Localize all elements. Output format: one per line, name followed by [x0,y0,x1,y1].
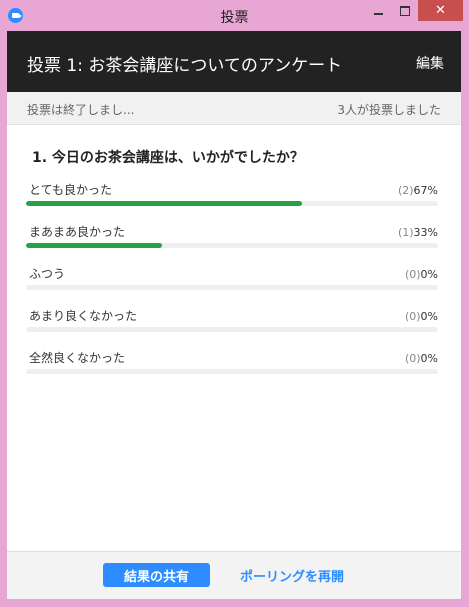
close-icon: ✕ [435,3,446,18]
poll-footer: 結果の共有 ポーリングを再開 [7,551,461,599]
option-count: (0) [404,310,421,323]
edit-button[interactable]: 編集 [416,53,444,73]
option-count: (1) [397,226,414,239]
poll-window: 投票 ✕ 投票 1: お茶会講座についてのアンケート 編集 投票は終了しまし..… [0,0,469,607]
maximize-icon [400,5,410,16]
option-row: ふつう (0)0% [26,265,438,307]
option-percent: 67% [413,184,438,197]
option-label: 全然良くなかった [29,351,126,365]
option-count: (2) [397,184,414,197]
maximize-button[interactable] [392,0,418,21]
option-result: (0)0% [405,268,438,281]
close-button[interactable]: ✕ [418,0,463,21]
poll-title: 投票 1: お茶会講座についてのアンケート [27,56,343,76]
poll-panel: 投票 1: お茶会講座についてのアンケート 編集 投票は終了しまし... 3人が… [7,31,461,599]
result-bar-track [26,327,438,332]
option-row: あまり良くなかった (0)0% [26,307,438,349]
vote-count: 3人が投票しました [337,103,441,117]
poll-header: 投票 1: お茶会講座についてのアンケート 編集 [7,31,461,92]
option-result: (2)67% [398,184,438,197]
option-row: とても良かった (2)67% [26,181,438,223]
option-label: あまり良くなかった [29,309,138,323]
option-percent: 0% [420,352,438,365]
option-percent: 0% [420,310,438,323]
option-row: まあまあ良かった (1)33% [26,223,438,265]
option-result: (1)33% [398,226,438,239]
option-label: とても良かった [29,183,113,197]
option-percent: 0% [420,268,438,281]
option-row: 全然良くなかった (0)0% [26,349,438,391]
share-results-button[interactable]: 結果の共有 [103,563,210,587]
option-result: (0)0% [405,352,438,365]
option-count: (0) [404,268,421,281]
option-label: ふつう [29,267,66,281]
result-bar-track [26,243,438,248]
result-bar-track [26,201,438,206]
result-bar-fill [26,201,303,206]
option-count: (0) [404,352,421,365]
option-label: まあまあ良かった [29,225,126,239]
result-bar-track [26,369,438,374]
option-result: (0)0% [405,310,438,323]
title-bar: 投票 ✕ [0,0,469,31]
result-bar-fill [26,243,162,248]
minimize-icon [373,12,383,15]
result-bar-track [26,285,438,290]
question-text: 1. 今日のお茶会講座は、いかがでしたか？ [32,150,304,166]
poll-status: 投票は終了しまし... [27,103,135,117]
minimize-button[interactable] [364,0,392,21]
option-percent: 33% [413,226,438,239]
restart-poll-button[interactable]: ポーリングを再開 [240,566,344,585]
status-bar: 投票は終了しまし... 3人が投票しました [7,92,461,125]
